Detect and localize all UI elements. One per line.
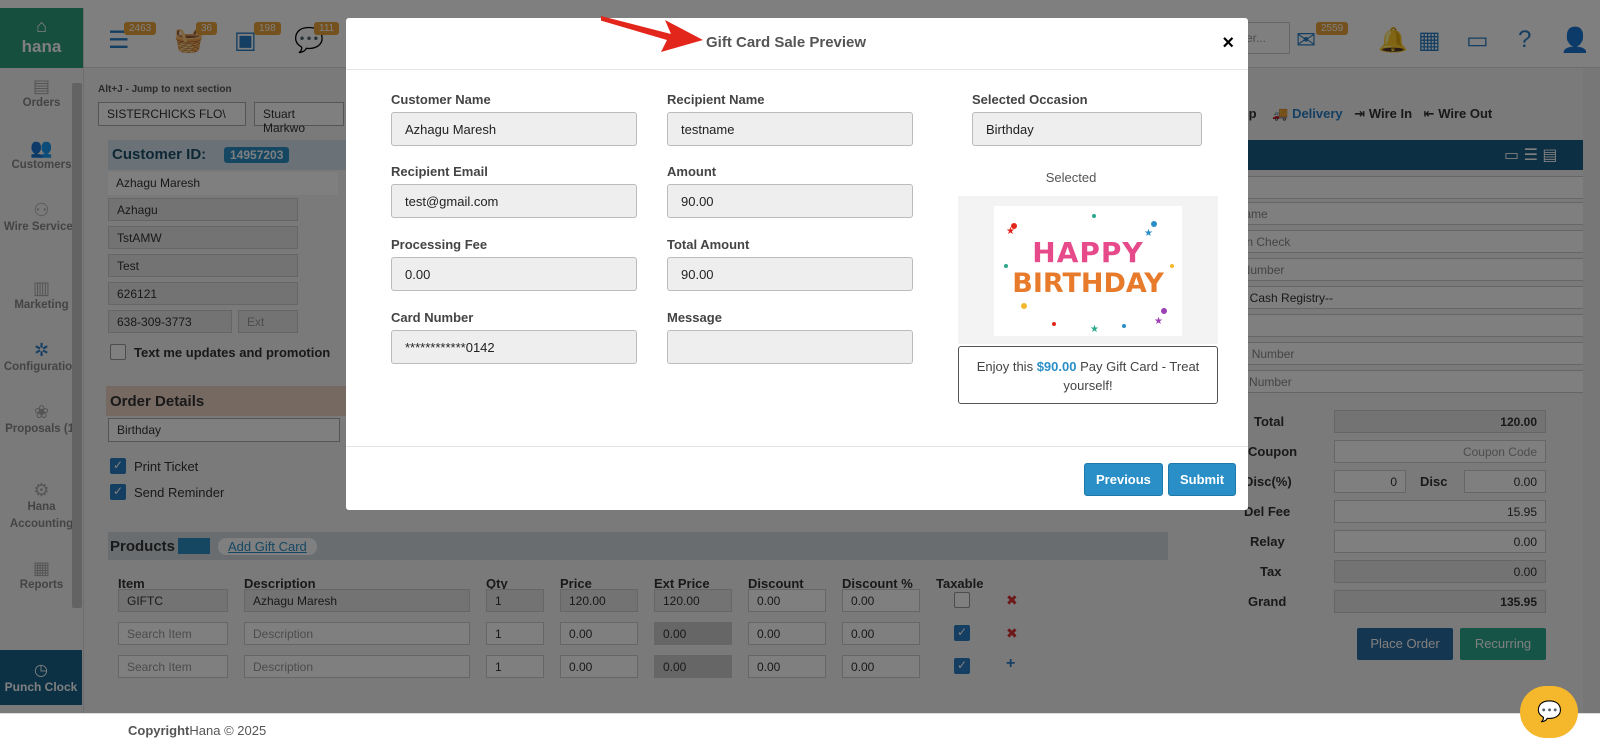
submit-button[interactable]: Submit [1168,463,1237,496]
card-number-label: Card Number [391,310,474,325]
total-amount-field[interactable]: 90.00 [667,257,913,291]
selected-occasion-field[interactable]: Birthday [972,112,1202,146]
svg-text:★: ★ [1154,316,1163,327]
copyright: CopyrightHana © 2025 [128,723,266,738]
total-amount-label: Total Amount [667,237,750,252]
enjoy-prefix: Enjoy this [976,359,1034,374]
card-line-birthday: BIRTHDAY [1012,268,1164,299]
chat-icon: 💬 [1537,701,1562,723]
amount-label: Amount [667,164,717,179]
close-icon[interactable]: × [1222,32,1234,55]
chat-widget-button[interactable]: 💬 [1520,686,1578,738]
processing-fee-label: Processing Fee [391,237,488,252]
footer: CopyrightHana © 2025 [0,713,1600,745]
modal-footer: Previous Submit [346,446,1248,510]
amount-field[interactable]: 90.00 [667,184,913,218]
card-line-happy: HAPPY [1032,236,1144,269]
previous-button[interactable]: Previous [1084,463,1163,496]
recipient-email-field[interactable]: test@gmail.com [391,184,637,218]
selected-occasion-label: Selected Occasion [972,92,1088,107]
card-number-field[interactable]: ************0142 [391,330,637,364]
copyright-text: Hana © 2025 [189,723,267,738]
modal-title: Gift Card Sale Preview [706,34,867,51]
modal-header: Gift Card Sale Preview × [346,16,1248,70]
customer-name-field[interactable]: Azhagu Maresh [391,112,637,146]
message-textarea[interactable] [667,330,913,364]
gift-card-preview-modal: Gift Card Sale Preview × Customer Name A… [346,16,1248,510]
birthday-card-image: ★ ★ ★ ★ HAPPY BIRTHDAY [994,206,1182,336]
enjoy-suffix: Pay Gift Card - Treat yourself! [1063,359,1200,393]
recipient-name-field[interactable]: testname [667,112,913,146]
svg-text:★: ★ [1090,324,1099,335]
enjoy-amount: $90.00 [1036,359,1077,374]
customer-name-label: Customer Name [391,92,491,107]
selected-card-preview[interactable]: ★ ★ ★ ★ HAPPY BIRTHDAY [958,196,1218,344]
recipient-name-label: Recipient Name [667,92,765,107]
processing-fee-field[interactable]: 0.00 [391,257,637,291]
copyright-bold: Copyright [128,723,190,738]
message-label: Message [667,310,722,325]
gift-card-message: Enjoy this $90.00 Pay Gift Card - Treat … [958,346,1218,404]
selected-card-label: Selected [1045,170,1097,185]
annotation-arrow-icon [601,16,703,52]
recipient-email-label: Recipient Email [391,164,488,179]
